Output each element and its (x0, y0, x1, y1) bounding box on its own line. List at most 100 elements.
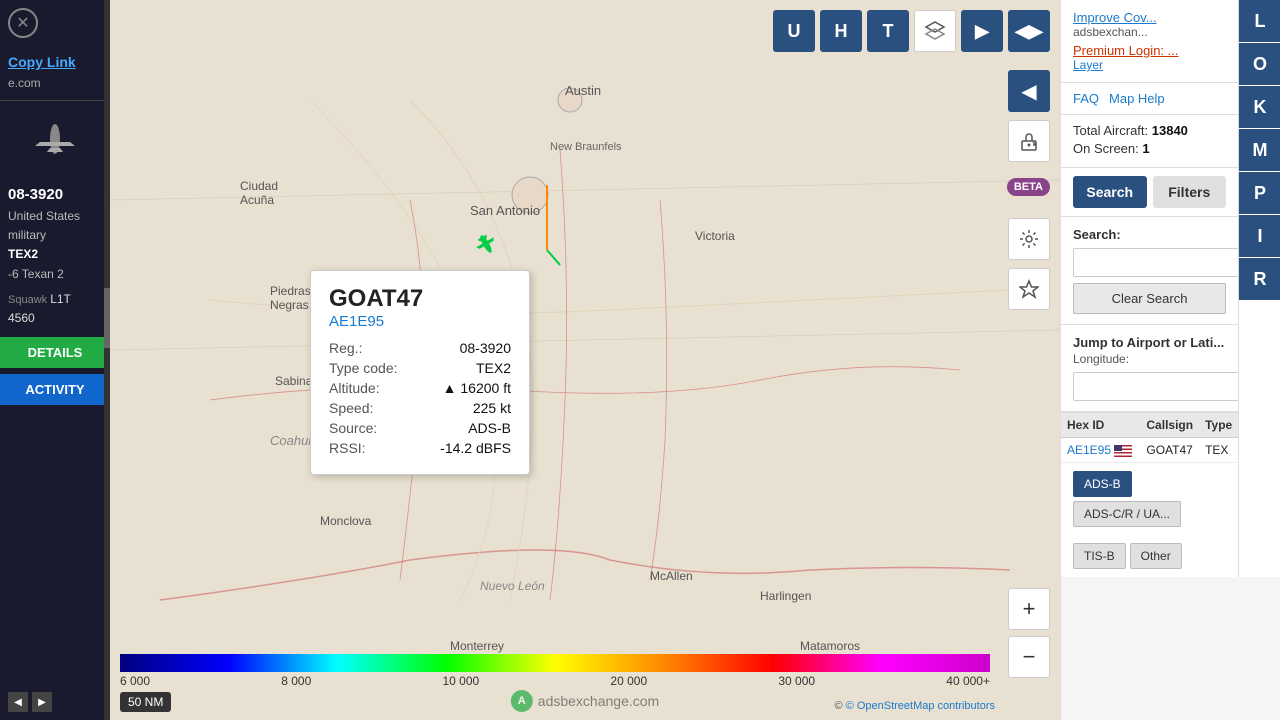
filters-tab-button[interactable]: Filters (1153, 176, 1227, 208)
sidebar-bottom: ◀ ▶ (8, 692, 52, 712)
adsc-button[interactable]: ADS-C/R / UA... (1073, 501, 1181, 527)
svg-text:Ciudad: Ciudad (240, 179, 278, 193)
total-aircraft-stat: Total Aircraft: 13840 (1073, 123, 1226, 138)
right-header: Improve Cov... adsbexchan... Premium Log… (1061, 0, 1238, 83)
prev-arrow-button[interactable]: ◀ (8, 692, 28, 712)
flag-icon (1114, 445, 1132, 457)
zoom-minus-button[interactable]: − (1008, 636, 1050, 678)
left-sidebar: ✕ Copy Link e.com 08-3920 United States … (0, 0, 110, 720)
source-type-row: ADS-B ADS-C/R / UA... (1061, 463, 1238, 535)
hex-link[interactable]: AE1E95 (1067, 443, 1111, 457)
popup-callsign: GOAT47 (329, 285, 511, 313)
popup-source-val: ADS-B (468, 420, 511, 436)
popup-rssi-val: -14.2 dBFS (440, 440, 511, 456)
login-button[interactable] (1008, 120, 1050, 162)
search-tab-button[interactable]: Search (1073, 176, 1147, 208)
layers-button[interactable] (914, 10, 956, 52)
star-button[interactable] (1008, 268, 1050, 310)
svg-text:Matamoros: Matamoros (800, 639, 860, 653)
hex-id-header: Hex ID (1061, 413, 1140, 438)
source-type-row-2: TIS-B Other (1061, 535, 1238, 577)
letter-k-button[interactable]: K (1239, 86, 1280, 128)
popup-source-label: Source: (329, 420, 377, 436)
tisb-button[interactable]: TIS-B (1073, 543, 1126, 569)
nav-lr-button[interactable]: ◀▶ (1008, 10, 1050, 52)
clear-search-button[interactable]: Clear Search (1073, 283, 1226, 314)
right-main-col: Improve Cov... adsbexchan... Premium Log… (1061, 0, 1238, 577)
improve-link[interactable]: Improve Cov... (1073, 10, 1226, 25)
svg-text:Piedras: Piedras (270, 284, 311, 298)
aircraft-icon (25, 119, 85, 169)
jump-label: Jump to Airport or Lati... (1073, 335, 1226, 350)
map-background: Austin San Antonio New Braunfels Victori… (110, 0, 1060, 720)
popup-speed-label: Speed: (329, 400, 373, 416)
popup-type-label: Type code: (329, 360, 398, 376)
next-arrow-button[interactable]: ▶ (32, 692, 52, 712)
color-label-1: 8 000 (281, 674, 311, 688)
aircraft-popup: GOAT47 AE1E95 Reg.: 08-3920 Type code: T… (310, 270, 530, 475)
aircraft-marker[interactable] (470, 228, 502, 265)
jump-section: Jump to Airport or Lati... Longitude: Ju… (1061, 325, 1238, 412)
popup-hex: AE1E95 (329, 313, 511, 330)
color-label-4: 30 000 (778, 674, 815, 688)
popup-rssi-label: RSSI: (329, 440, 366, 456)
letter-i-button[interactable]: I (1239, 215, 1280, 257)
letter-p-button[interactable]: P (1239, 172, 1280, 214)
premium-link[interactable]: Premium Login: ... (1073, 43, 1226, 58)
color-bar-labels: 6 000 8 000 10 000 20 000 30 000 40 000+ (110, 672, 1000, 690)
color-label-3: 20 000 (610, 674, 647, 688)
hex-cell: AE1E95 (1061, 438, 1140, 463)
search-filter-btns: Search Filters (1061, 168, 1238, 217)
search-input[interactable] (1073, 248, 1238, 277)
letter-l-button[interactable]: L (1239, 0, 1280, 42)
svg-text:Negras: Negras (270, 298, 309, 312)
letter-r-button[interactable]: R (1239, 258, 1280, 300)
map-help-link[interactable]: Map Help (1109, 91, 1165, 106)
jump-input-row: Jum... (1073, 372, 1226, 401)
activity-button[interactable]: ACTIVITY (0, 374, 110, 405)
settings-button[interactable] (1008, 218, 1050, 260)
adsb-button[interactable]: ADS-B (1073, 471, 1132, 497)
right-panel: Improve Cov... adsbexchan... Premium Log… (1060, 0, 1280, 720)
close-button[interactable]: ✕ (8, 8, 38, 38)
faq-link[interactable]: FAQ (1073, 91, 1099, 106)
domain-label: e.com (0, 74, 110, 92)
details-button[interactable]: DETAILS (0, 337, 110, 368)
copy-link[interactable]: Copy Link (0, 50, 110, 74)
letter-o-button[interactable]: O (1239, 43, 1280, 85)
popup-type-val: TEX2 (476, 360, 511, 376)
popup-speed-row: Speed: 225 kt (329, 400, 511, 416)
popup-reg-row: Reg.: 08-3920 (329, 340, 511, 356)
svg-text:Austin: Austin (565, 83, 601, 98)
svg-text:Monclova: Monclova (320, 514, 372, 528)
map-area[interactable]: Austin San Antonio New Braunfels Victori… (110, 0, 1060, 720)
color-bar-container: 6 000 8 000 10 000 20 000 30 000 40 000+ (110, 654, 1000, 690)
zoom-plus-button[interactable]: + (1008, 588, 1050, 630)
beta-badge[interactable]: BETA (1007, 178, 1050, 196)
watermark-logo: A (511, 690, 533, 712)
premium-sub[interactable]: Layer (1073, 58, 1226, 72)
osm-credit-link[interactable]: © OpenStreetMap contributors (846, 700, 995, 712)
letter-m-button[interactable]: M (1239, 129, 1280, 171)
aircraft-info: 08-3920 United States military TEX2 -6 T… (0, 179, 110, 333)
popup-type-row: Type code: TEX2 (329, 360, 511, 376)
jump-sub-label: Longitude: (1073, 352, 1226, 366)
watermark: A adsbexchange.com (511, 690, 659, 712)
right-panel-inner: Improve Cov... adsbexchan... Premium Log… (1061, 0, 1280, 577)
nav-right-button[interactable]: ▶ (961, 10, 1003, 52)
popup-source-row: Source: ADS-B (329, 420, 511, 436)
btn-h[interactable]: H (820, 10, 862, 52)
jump-input[interactable] (1073, 372, 1238, 401)
other-button[interactable]: Other (1130, 543, 1182, 569)
search-input-row: Sea... (1073, 248, 1226, 277)
callsign-header: Callsign (1140, 413, 1199, 438)
color-label-5: 40 000+ (946, 674, 990, 688)
btn-u[interactable]: U (773, 10, 815, 52)
popup-reg-label: Reg.: (329, 340, 362, 356)
table-header-row: Hex ID Callsign Type (1061, 413, 1238, 438)
back-button[interactable]: ◀ (1008, 70, 1050, 112)
search-label: Search: (1073, 227, 1226, 242)
popup-alt-row: Altitude: ▲ 16200 ft (329, 380, 511, 396)
btn-t[interactable]: T (867, 10, 909, 52)
callsign-cell: GOAT47 (1140, 438, 1199, 463)
